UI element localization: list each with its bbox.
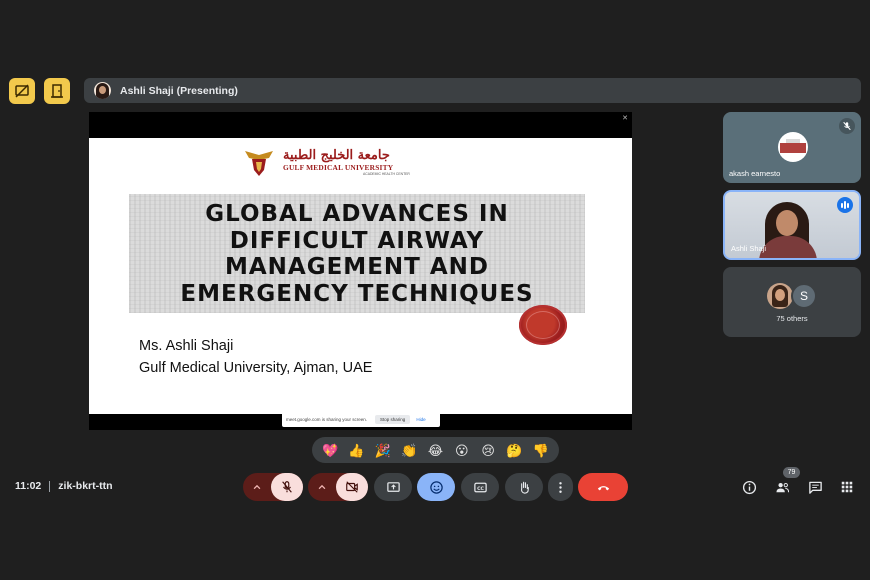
presenter-label: Ashli Shaji (Presenting) (120, 84, 238, 97)
presenter-bar: Ashli Shaji (Presenting) (84, 78, 861, 103)
presentation-stage[interactable]: ✕ جامعة الخليج الطبية GULF MEDICAL UNIVE… (89, 112, 632, 430)
hide-notice-button[interactable]: Hide (416, 417, 425, 422)
title-line-3: MANAGEMENT AND (224, 254, 489, 280)
participant-tile-ashli[interactable]: Ashli Shaji (723, 190, 861, 260)
info-icon (742, 480, 756, 494)
meeting-details-button[interactable] (740, 478, 758, 496)
participant-name: Ashli Shaji (731, 244, 767, 253)
chat-icon (808, 481, 822, 494)
mic-off-icon (282, 481, 292, 493)
pop-out-button[interactable] (44, 78, 70, 104)
presentation-slide: جامعة الخليج الطبية GULF MEDICAL UNIVERS… (89, 138, 632, 414)
speaking-indicator-icon (837, 197, 853, 213)
university-logo: جامعة الخليج الطبية GULF MEDICAL UNIVERS… (243, 148, 413, 178)
raise-hand-button[interactable] (505, 473, 543, 501)
end-call-icon (597, 485, 609, 490)
avatar-initial: S (791, 283, 817, 309)
present-off-icon (15, 84, 29, 98)
avatar (767, 283, 793, 309)
mic-options-button[interactable] (243, 473, 271, 501)
others-count: 75 others (776, 314, 808, 323)
mic-muted-icon (839, 118, 855, 134)
reaction-thumbs-up[interactable]: 👍 (346, 440, 366, 460)
activities-button[interactable] (838, 478, 856, 496)
slide-affiliation: Gulf Medical University, Ajman, UAE (139, 360, 373, 376)
camera-options-button[interactable] (308, 473, 336, 501)
presentation-off-button[interactable] (9, 78, 35, 104)
leave-call-button[interactable] (578, 473, 628, 501)
mic-toggle-button[interactable] (271, 473, 303, 501)
presenter-avatar (94, 82, 111, 99)
camera-off-icon (346, 481, 358, 493)
avatar (778, 132, 808, 162)
reaction-surprised[interactable]: 😮 (452, 440, 472, 460)
chevron-up-icon (318, 484, 326, 490)
slide-title: GLOBAL ADVANCES IN DIFFICULT AIRWAY MANA… (129, 201, 585, 307)
slide-title-band: GLOBAL ADVANCES IN DIFFICULT AIRWAY MANA… (129, 194, 585, 313)
arabic-university-name: جامعة الخليج الطبية (283, 148, 390, 163)
reaction-clap[interactable]: 👏 (399, 440, 419, 460)
title-line-2: DIFFICULT AIRWAY (229, 227, 485, 254)
closed-captions-icon: CC (473, 482, 487, 492)
title-line-1: GLOBAL ADVANCES IN (205, 201, 509, 227)
more-options-button[interactable] (548, 473, 573, 501)
wax-seal-icon (519, 305, 567, 345)
reaction-thinking[interactable]: 🤔 (504, 440, 524, 460)
participant-tile-others[interactable]: S 75 others (723, 267, 861, 337)
reaction-thumbs-down[interactable]: 👎 (531, 440, 551, 460)
camera-toggle-button[interactable] (336, 473, 368, 501)
chevron-up-icon (253, 484, 261, 490)
svg-text:CC: CC (477, 485, 484, 491)
reaction-party[interactable]: 🎉 (373, 440, 393, 460)
reactions-bar: 💖 👍 🎉 👏 😂 😮 😢 🤔 👎 (312, 437, 559, 463)
camera-control (308, 473, 368, 501)
meeting-code: zik-bkrt-ttn (58, 480, 113, 492)
reaction-sad[interactable]: 😢 (478, 440, 498, 460)
mic-control (243, 473, 303, 501)
stage-close-icon[interactable]: ✕ (622, 114, 628, 122)
chat-button[interactable] (806, 478, 824, 496)
reaction-laugh[interactable]: 😂 (425, 440, 445, 460)
hand-icon (520, 481, 529, 494)
participant-tile-akash[interactable]: akash earnesto (723, 112, 861, 183)
stop-sharing-button[interactable]: Stop sharing (375, 415, 411, 424)
meeting-time: 11:02 (15, 480, 42, 492)
people-button[interactable] (773, 478, 791, 496)
people-icon (775, 482, 789, 492)
slide-speaker: Ms. Ashli Shaji (139, 338, 234, 354)
university-crest-icon (245, 151, 273, 176)
share-notice-text: meet.google.com is sharing your screen. (286, 417, 368, 422)
title-line-4: EMERGENCY TECHNIQUES (180, 280, 534, 307)
people-count-badge: 79 (783, 467, 800, 478)
university-tagline: ACADEMIC HEALTH CENTER (363, 172, 410, 176)
reaction-heart[interactable]: 💖 (320, 440, 340, 460)
present-now-button[interactable] (374, 473, 412, 501)
present-screen-icon (386, 481, 400, 492)
university-name: GULF MEDICAL UNIVERSITY (283, 163, 394, 172)
captions-button[interactable]: CC (461, 473, 499, 501)
meeting-info: 11:02 zik-bkrt-ttn (15, 480, 113, 492)
participant-name: akash earnesto (729, 169, 781, 178)
screen-share-notice: meet.google.com is sharing your screen. … (282, 412, 440, 427)
door-icon (51, 84, 63, 98)
reactions-button[interactable] (417, 473, 455, 501)
apps-grid-icon (841, 481, 853, 493)
emoji-icon (429, 480, 443, 494)
more-vertical-icon (559, 481, 562, 493)
